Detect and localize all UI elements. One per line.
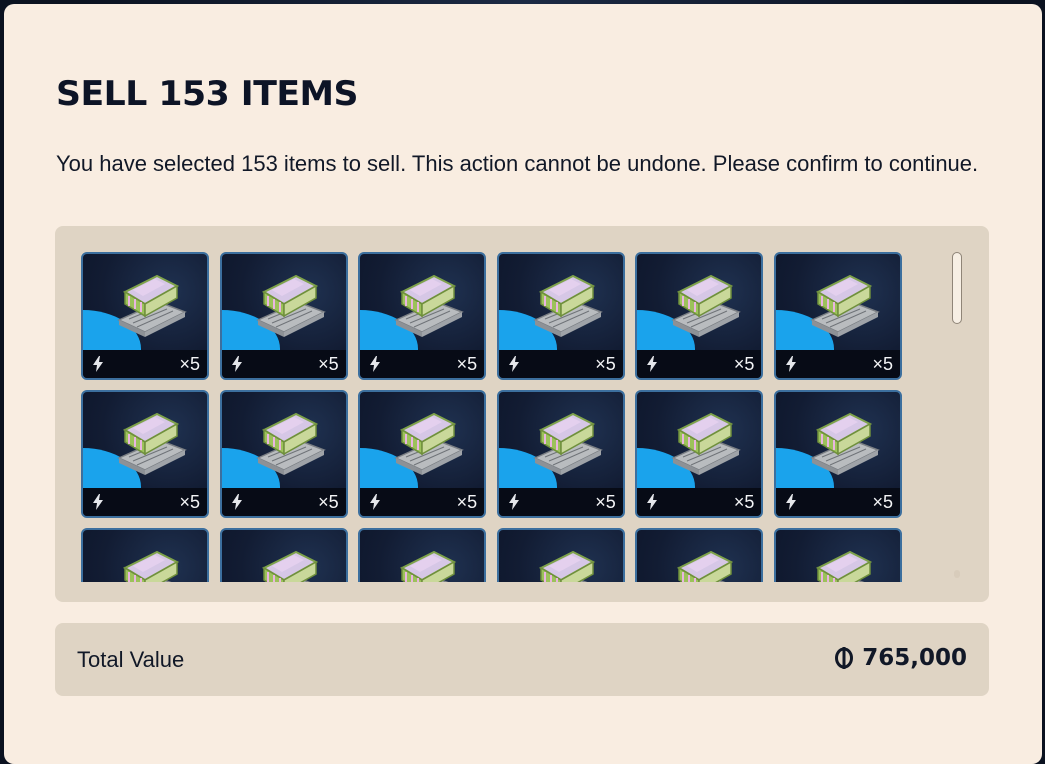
item-card[interactable]: ×5 — [635, 528, 764, 582]
item-card[interactable]: ×5 — [81, 528, 209, 582]
items-scroll-area[interactable]: ×5 ×5 ×5 ×5 ×5 ×5 ×5 ×5 ×5 ×5 ×5 ×5 — [81, 252, 911, 582]
item-artwork-icon — [255, 412, 326, 475]
item-grid: ×5 ×5 ×5 ×5 ×5 ×5 ×5 ×5 ×5 ×5 ×5 ×5 — [81, 252, 911, 582]
item-card-footer: ×5 — [221, 488, 346, 516]
bolt-icon — [93, 356, 103, 372]
item-card[interactable]: ×5 — [219, 528, 348, 582]
item-quantity: ×5 — [318, 353, 339, 374]
bolt-icon — [93, 494, 103, 510]
bolt-icon — [785, 356, 796, 372]
bolt-icon — [785, 494, 796, 510]
item-artwork-icon — [671, 274, 742, 337]
total-value-label: Total Value — [77, 647, 185, 672]
item-card[interactable]: ×5 — [219, 390, 348, 518]
item-artwork-icon — [261, 550, 318, 582]
dialog-description: You have selected 153 items to sell. Thi… — [56, 151, 979, 176]
sell-items-dialog: SELL 153 ITEMS You have selected 153 ite… — [4, 4, 1042, 764]
item-card-footer: ×5 — [775, 350, 900, 378]
bolt-icon — [231, 494, 242, 510]
item-artwork-icon — [810, 274, 880, 337]
item-card[interactable]: ×5 — [635, 252, 764, 380]
dialog-title: SELL 153 ITEMS — [56, 74, 359, 114]
item-quantity: ×5 — [733, 491, 755, 512]
item-card[interactable]: ×5 — [81, 252, 209, 380]
item-card[interactable]: ×5 — [219, 252, 348, 380]
bolt-icon — [370, 356, 381, 372]
item-card[interactable]: ×5 — [773, 252, 902, 380]
item-card[interactable]: ×5 — [496, 252, 625, 380]
bolt-icon — [647, 356, 658, 372]
item-card-footer: ×5 — [360, 350, 485, 378]
item-quantity: ×5 — [179, 353, 200, 374]
item-quantity: ×5 — [456, 491, 478, 512]
item-card[interactable]: ×5 — [81, 390, 209, 518]
item-card[interactable]: ×5 — [635, 390, 764, 518]
item-artwork-icon — [532, 274, 603, 337]
item-card-footer: ×5 — [637, 350, 762, 378]
bolt-icon — [647, 494, 658, 510]
item-artwork-icon — [394, 412, 465, 475]
item-card[interactable]: ×5 — [773, 390, 902, 518]
item-artwork-icon — [677, 550, 734, 582]
item-artwork-icon — [117, 412, 187, 475]
currency-icon — [835, 647, 854, 669]
item-quantity: ×5 — [733, 353, 755, 374]
item-card[interactable]: ×5 — [773, 528, 902, 582]
item-artwork-icon — [117, 274, 187, 337]
bolt-icon — [231, 356, 242, 372]
item-artwork-icon — [400, 550, 457, 582]
item-card-footer: ×5 — [637, 488, 762, 516]
item-card-footer: ×5 — [83, 488, 207, 516]
item-card-footer: ×5 — [498, 488, 623, 516]
item-card[interactable]: ×5 — [496, 390, 625, 518]
scrollbar-track-end — [954, 570, 960, 578]
item-card-footer: ×5 — [775, 488, 900, 516]
item-quantity: ×5 — [456, 353, 478, 374]
item-artwork-icon — [538, 550, 595, 582]
item-card[interactable]: ×5 — [358, 390, 487, 518]
item-artwork-icon — [122, 550, 180, 582]
item-quantity: ×5 — [318, 491, 339, 512]
item-quantity: ×5 — [595, 491, 616, 512]
item-card-footer: ×5 — [360, 488, 485, 516]
item-quantity: ×5 — [179, 491, 200, 512]
item-quantity: ×5 — [595, 353, 616, 374]
item-quantity: ×5 — [872, 353, 893, 374]
item-artwork-icon — [815, 550, 873, 582]
item-card-footer: ×5 — [498, 350, 623, 378]
item-artwork-icon — [532, 412, 603, 475]
item-artwork-icon — [671, 412, 742, 475]
item-quantity: ×5 — [872, 491, 893, 512]
total-value-amount: 765,000 — [862, 645, 967, 671]
item-artwork-icon — [394, 274, 465, 337]
items-panel: ×5 ×5 ×5 ×5 ×5 ×5 ×5 ×5 ×5 ×5 ×5 ×5 — [55, 226, 989, 602]
total-value-panel: Total Value 765,000 — [55, 623, 989, 696]
bolt-icon — [508, 356, 519, 372]
item-card-footer: ×5 — [83, 350, 207, 378]
bolt-icon — [370, 494, 381, 510]
item-artwork-icon — [255, 274, 326, 337]
scrollbar-thumb[interactable] — [952, 252, 962, 324]
item-card[interactable]: ×5 — [496, 528, 625, 582]
item-card[interactable]: ×5 — [358, 252, 487, 380]
item-card-footer: ×5 — [221, 350, 346, 378]
bolt-icon — [508, 494, 519, 510]
item-card[interactable]: ×5 — [358, 528, 487, 582]
total-value-amount-group: 765,000 — [834, 645, 967, 671]
item-artwork-icon — [810, 412, 880, 475]
